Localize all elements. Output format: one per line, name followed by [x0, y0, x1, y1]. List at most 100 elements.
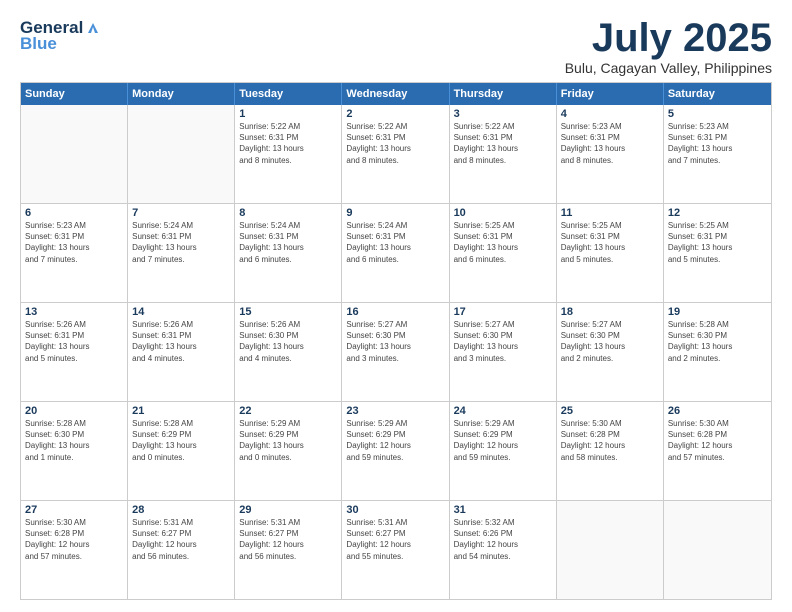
day-info: Sunrise: 5:30 AMSunset: 6:28 PMDaylight:… [561, 418, 659, 463]
calendar-cell: 15Sunrise: 5:26 AMSunset: 6:30 PMDayligh… [235, 303, 342, 401]
day-number: 23 [346, 405, 444, 417]
day-number: 4 [561, 108, 659, 120]
day-info: Sunrise: 5:23 AMSunset: 6:31 PMDaylight:… [25, 220, 123, 265]
day-number: 31 [454, 504, 552, 516]
calendar-cell: 24Sunrise: 5:29 AMSunset: 6:29 PMDayligh… [450, 402, 557, 500]
day-number: 15 [239, 306, 337, 318]
day-number: 24 [454, 405, 552, 417]
day-info: Sunrise: 5:32 AMSunset: 6:26 PMDaylight:… [454, 517, 552, 562]
title-block: July 2025 Bulu, Cagayan Valley, Philippi… [565, 18, 772, 76]
day-number: 14 [132, 306, 230, 318]
calendar-cell: 4Sunrise: 5:23 AMSunset: 6:31 PMDaylight… [557, 105, 664, 203]
day-number: 30 [346, 504, 444, 516]
day-number: 27 [25, 504, 123, 516]
day-info: Sunrise: 5:26 AMSunset: 6:31 PMDaylight:… [25, 319, 123, 364]
day-number: 2 [346, 108, 444, 120]
page-header: General Blue July 2025 Bulu, Cagayan Val… [20, 18, 772, 76]
header-day-tuesday: Tuesday [235, 83, 342, 105]
calendar-cell: 22Sunrise: 5:29 AMSunset: 6:29 PMDayligh… [235, 402, 342, 500]
day-info: Sunrise: 5:29 AMSunset: 6:29 PMDaylight:… [346, 418, 444, 463]
day-info: Sunrise: 5:31 AMSunset: 6:27 PMDaylight:… [132, 517, 230, 562]
header-day-monday: Monday [128, 83, 235, 105]
day-info: Sunrise: 5:28 AMSunset: 6:29 PMDaylight:… [132, 418, 230, 463]
calendar-row-4: 20Sunrise: 5:28 AMSunset: 6:30 PMDayligh… [21, 402, 771, 501]
calendar-row-2: 6Sunrise: 5:23 AMSunset: 6:31 PMDaylight… [21, 204, 771, 303]
day-info: Sunrise: 5:29 AMSunset: 6:29 PMDaylight:… [454, 418, 552, 463]
calendar-cell [664, 501, 771, 599]
day-info: Sunrise: 5:22 AMSunset: 6:31 PMDaylight:… [454, 121, 552, 166]
calendar-title: July 2025 [565, 18, 772, 58]
day-info: Sunrise: 5:30 AMSunset: 6:28 PMDaylight:… [668, 418, 767, 463]
day-number: 26 [668, 405, 767, 417]
calendar-header: SundayMondayTuesdayWednesdayThursdayFrid… [21, 83, 771, 105]
day-info: Sunrise: 5:31 AMSunset: 6:27 PMDaylight:… [346, 517, 444, 562]
day-info: Sunrise: 5:25 AMSunset: 6:31 PMDaylight:… [561, 220, 659, 265]
day-number: 20 [25, 405, 123, 417]
day-info: Sunrise: 5:28 AMSunset: 6:30 PMDaylight:… [25, 418, 123, 463]
day-info: Sunrise: 5:27 AMSunset: 6:30 PMDaylight:… [454, 319, 552, 364]
calendar-cell: 31Sunrise: 5:32 AMSunset: 6:26 PMDayligh… [450, 501, 557, 599]
calendar-cell: 12Sunrise: 5:25 AMSunset: 6:31 PMDayligh… [664, 204, 771, 302]
calendar-cell: 17Sunrise: 5:27 AMSunset: 6:30 PMDayligh… [450, 303, 557, 401]
calendar-cell: 9Sunrise: 5:24 AMSunset: 6:31 PMDaylight… [342, 204, 449, 302]
calendar-subtitle: Bulu, Cagayan Valley, Philippines [565, 60, 772, 76]
calendar-cell: 23Sunrise: 5:29 AMSunset: 6:29 PMDayligh… [342, 402, 449, 500]
calendar-cell: 5Sunrise: 5:23 AMSunset: 6:31 PMDaylight… [664, 105, 771, 203]
day-number: 12 [668, 207, 767, 219]
calendar-cell [21, 105, 128, 203]
calendar-cell: 25Sunrise: 5:30 AMSunset: 6:28 PMDayligh… [557, 402, 664, 500]
day-number: 21 [132, 405, 230, 417]
day-info: Sunrise: 5:22 AMSunset: 6:31 PMDaylight:… [239, 121, 337, 166]
day-info: Sunrise: 5:27 AMSunset: 6:30 PMDaylight:… [346, 319, 444, 364]
calendar-cell: 18Sunrise: 5:27 AMSunset: 6:30 PMDayligh… [557, 303, 664, 401]
header-day-saturday: Saturday [664, 83, 771, 105]
day-number: 5 [668, 108, 767, 120]
day-info: Sunrise: 5:25 AMSunset: 6:31 PMDaylight:… [454, 220, 552, 265]
day-number: 19 [668, 306, 767, 318]
calendar-cell: 30Sunrise: 5:31 AMSunset: 6:27 PMDayligh… [342, 501, 449, 599]
day-info: Sunrise: 5:22 AMSunset: 6:31 PMDaylight:… [346, 121, 444, 166]
day-number: 1 [239, 108, 337, 120]
day-info: Sunrise: 5:26 AMSunset: 6:31 PMDaylight:… [132, 319, 230, 364]
day-info: Sunrise: 5:24 AMSunset: 6:31 PMDaylight:… [346, 220, 444, 265]
calendar-body: 1Sunrise: 5:22 AMSunset: 6:31 PMDaylight… [21, 105, 771, 599]
day-number: 11 [561, 207, 659, 219]
header-day-friday: Friday [557, 83, 664, 105]
calendar-cell: 28Sunrise: 5:31 AMSunset: 6:27 PMDayligh… [128, 501, 235, 599]
day-number: 22 [239, 405, 337, 417]
calendar-cell: 21Sunrise: 5:28 AMSunset: 6:29 PMDayligh… [128, 402, 235, 500]
day-info: Sunrise: 5:24 AMSunset: 6:31 PMDaylight:… [239, 220, 337, 265]
day-info: Sunrise: 5:25 AMSunset: 6:31 PMDaylight:… [668, 220, 767, 265]
logo-blue: Blue [20, 34, 57, 54]
calendar-cell: 3Sunrise: 5:22 AMSunset: 6:31 PMDaylight… [450, 105, 557, 203]
calendar-cell: 1Sunrise: 5:22 AMSunset: 6:31 PMDaylight… [235, 105, 342, 203]
day-info: Sunrise: 5:24 AMSunset: 6:31 PMDaylight:… [132, 220, 230, 265]
day-info: Sunrise: 5:23 AMSunset: 6:31 PMDaylight:… [561, 121, 659, 166]
calendar-cell [557, 501, 664, 599]
day-number: 13 [25, 306, 123, 318]
calendar-cell [128, 105, 235, 203]
calendar-cell: 29Sunrise: 5:31 AMSunset: 6:27 PMDayligh… [235, 501, 342, 599]
day-number: 16 [346, 306, 444, 318]
calendar-cell: 27Sunrise: 5:30 AMSunset: 6:28 PMDayligh… [21, 501, 128, 599]
calendar-cell: 6Sunrise: 5:23 AMSunset: 6:31 PMDaylight… [21, 204, 128, 302]
day-info: Sunrise: 5:26 AMSunset: 6:30 PMDaylight:… [239, 319, 337, 364]
calendar-cell: 13Sunrise: 5:26 AMSunset: 6:31 PMDayligh… [21, 303, 128, 401]
calendar-cell: 16Sunrise: 5:27 AMSunset: 6:30 PMDayligh… [342, 303, 449, 401]
calendar-row-5: 27Sunrise: 5:30 AMSunset: 6:28 PMDayligh… [21, 501, 771, 599]
day-number: 28 [132, 504, 230, 516]
header-day-sunday: Sunday [21, 83, 128, 105]
day-info: Sunrise: 5:23 AMSunset: 6:31 PMDaylight:… [668, 121, 767, 166]
calendar-row-1: 1Sunrise: 5:22 AMSunset: 6:31 PMDaylight… [21, 105, 771, 204]
day-info: Sunrise: 5:31 AMSunset: 6:27 PMDaylight:… [239, 517, 337, 562]
day-number: 3 [454, 108, 552, 120]
day-number: 10 [454, 207, 552, 219]
day-number: 18 [561, 306, 659, 318]
day-number: 9 [346, 207, 444, 219]
day-number: 6 [25, 207, 123, 219]
header-day-thursday: Thursday [450, 83, 557, 105]
calendar-page: General Blue July 2025 Bulu, Cagayan Val… [0, 0, 792, 612]
header-day-wednesday: Wednesday [342, 83, 449, 105]
day-number: 29 [239, 504, 337, 516]
calendar: SundayMondayTuesdayWednesdayThursdayFrid… [20, 82, 772, 600]
